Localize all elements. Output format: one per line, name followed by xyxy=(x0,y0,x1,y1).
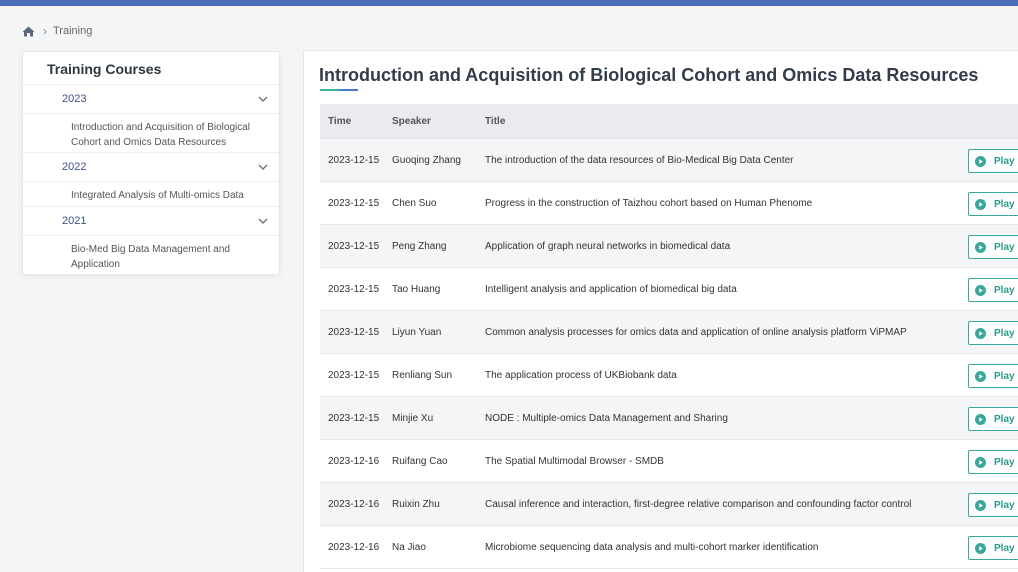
play-circle-icon xyxy=(975,542,986,554)
sidebar-title: Training Courses xyxy=(23,52,279,85)
play-label: Play xyxy=(994,499,1015,511)
column-header-title: Title xyxy=(485,115,506,127)
chevron-down-icon xyxy=(255,159,271,175)
row-time: 2023-12-15 xyxy=(328,283,380,295)
row-speaker: Ruifang Cao xyxy=(392,455,448,467)
sidebar-year-2021[interactable]: 2021 xyxy=(23,207,279,236)
row-time: 2023-12-15 xyxy=(328,240,380,252)
row-title: Common analysis processes for omics data… xyxy=(485,326,907,338)
year-label: 2023 xyxy=(62,93,87,105)
play-circle-icon xyxy=(975,284,986,296)
row-speaker: Minjie Xu xyxy=(392,412,434,424)
row-speaker: Tao Huang xyxy=(392,283,441,295)
main-panel: Introduction and Acquisition of Biologic… xyxy=(303,50,1018,572)
sidebar-course-item[interactable]: Introduction and Acquisition of Biologic… xyxy=(23,114,279,153)
row-title: The Spatial Multimodal Browser - SMDB xyxy=(485,455,664,467)
row-speaker: Renliang Sun xyxy=(392,369,453,381)
table-row: 2023-12-15 Minjie Xu NODE : Multiple-omi… xyxy=(320,397,1018,440)
breadcrumb-current: Training xyxy=(53,25,93,37)
row-title: Microbiome sequencing data analysis and … xyxy=(485,541,819,553)
row-title: Intelligent analysis and application of … xyxy=(485,283,737,295)
play-label: Play xyxy=(994,370,1015,382)
column-header-time: Time xyxy=(328,115,352,127)
chevron-down-icon xyxy=(255,91,271,107)
row-title: The application process of UKBiobank dat… xyxy=(485,369,677,381)
year-label: 2022 xyxy=(62,161,87,173)
row-title: Causal inference and interaction, first-… xyxy=(485,498,912,510)
row-speaker: Na Jiao xyxy=(392,541,426,553)
row-speaker: Liyun Yuan xyxy=(392,326,442,338)
table-row: 2023-12-16 Ruixin Zhu Causal inference a… xyxy=(320,483,1018,526)
row-speaker: Peng Zhang xyxy=(392,240,447,252)
breadcrumb: › Training xyxy=(22,24,92,38)
play-label: Play xyxy=(994,327,1015,339)
play-circle-icon xyxy=(975,499,986,511)
table-row: 2023-12-15 Liyun Yuan Common analysis pr… xyxy=(320,311,1018,354)
row-time: 2023-12-15 xyxy=(328,197,380,209)
play-button[interactable]: Play xyxy=(968,364,1018,388)
play-circle-icon xyxy=(975,413,986,425)
sidebar-course-item[interactable]: Bio-Med Big Data Management and Applicat… xyxy=(23,236,279,274)
play-button[interactable]: Play xyxy=(968,192,1018,216)
year-label: 2021 xyxy=(62,215,87,227)
top-bar xyxy=(0,0,1018,6)
play-button[interactable]: Play xyxy=(968,321,1018,345)
sidebar-year-2023[interactable]: 2023 xyxy=(23,85,279,114)
play-button[interactable]: Play xyxy=(968,536,1018,560)
play-label: Play xyxy=(994,155,1015,167)
table-row: 2023-12-15 Chen Suo Progress in the cons… xyxy=(320,182,1018,225)
play-label: Play xyxy=(994,542,1015,554)
table-header: Time Speaker Title xyxy=(320,104,1018,139)
play-label: Play xyxy=(994,198,1015,210)
row-title: Progress in the construction of Taizhou … xyxy=(485,197,813,209)
play-button[interactable]: Play xyxy=(968,235,1018,259)
play-button[interactable]: Play xyxy=(968,450,1018,474)
row-time: 2023-12-16 xyxy=(328,541,380,553)
table-row: 2023-12-16 Ruifang Cao The Spatial Multi… xyxy=(320,440,1018,483)
row-time: 2023-12-15 xyxy=(328,412,380,424)
chevron-down-icon xyxy=(255,213,271,229)
breadcrumb-separator: › xyxy=(43,24,47,38)
row-speaker: Guoqing Zhang xyxy=(392,154,461,166)
play-circle-icon xyxy=(975,327,986,339)
lectures-table: Time Speaker Title 2023-12-15 Guoqing Zh… xyxy=(320,104,1018,569)
play-label: Play xyxy=(994,413,1015,425)
play-circle-icon xyxy=(975,456,986,468)
play-label: Play xyxy=(994,284,1015,296)
row-title: Application of graph neural networks in … xyxy=(485,240,731,252)
play-circle-icon xyxy=(975,370,986,382)
row-time: 2023-12-16 xyxy=(328,455,380,467)
play-button[interactable]: Play xyxy=(968,493,1018,517)
home-icon[interactable] xyxy=(22,26,35,37)
row-time: 2023-12-15 xyxy=(328,326,380,338)
play-circle-icon xyxy=(975,198,986,210)
sidebar: Training Courses 2023 Introduction and A… xyxy=(22,51,280,275)
play-button[interactable]: Play xyxy=(968,149,1018,173)
table-row: 2023-12-15 Tao Huang Intelligent analysi… xyxy=(320,268,1018,311)
row-time: 2023-12-15 xyxy=(328,369,380,381)
table-row: 2023-12-16 Na Jiao Microbiome sequencing… xyxy=(320,526,1018,569)
table-row: 2023-12-15 Peng Zhang Application of gra… xyxy=(320,225,1018,268)
row-time: 2023-12-15 xyxy=(328,154,380,166)
sidebar-course-item[interactable]: Integrated Analysis of Multi-omics Data xyxy=(23,182,279,207)
play-circle-icon xyxy=(975,241,986,253)
play-button[interactable]: Play xyxy=(968,407,1018,431)
table-row: 2023-12-15 Guoqing Zhang The introductio… xyxy=(320,139,1018,182)
sidebar-year-2022[interactable]: 2022 xyxy=(23,153,279,182)
play-button[interactable]: Play xyxy=(968,278,1018,302)
row-title: NODE : Multiple-omics Data Management an… xyxy=(485,412,728,424)
row-speaker: Chen Suo xyxy=(392,197,437,209)
play-circle-icon xyxy=(975,155,986,167)
row-speaker: Ruixin Zhu xyxy=(392,498,440,510)
page-title: Introduction and Acquisition of Biologic… xyxy=(319,65,979,85)
column-header-speaker: Speaker xyxy=(392,115,431,127)
row-time: 2023-12-16 xyxy=(328,498,380,510)
row-title: The introduction of the data resources o… xyxy=(485,154,794,166)
table-row: 2023-12-15 Renliang Sun The application … xyxy=(320,354,1018,397)
table-body: 2023-12-15 Guoqing Zhang The introductio… xyxy=(320,139,1018,569)
play-label: Play xyxy=(994,456,1015,468)
title-underline xyxy=(320,89,358,91)
play-label: Play xyxy=(994,241,1015,253)
